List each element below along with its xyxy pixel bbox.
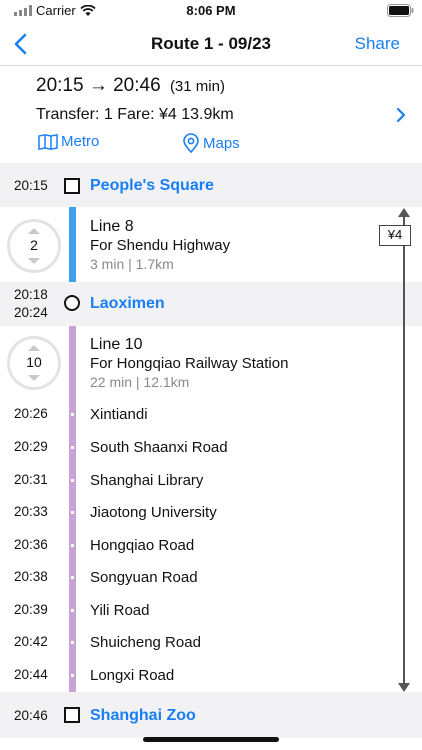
station-end-name: Shanghai Zoo	[90, 707, 196, 724]
leg-direction: For Hongqiao Railway Station	[90, 355, 289, 372]
transfer-station-name: Laoximen	[90, 295, 165, 312]
leg-meta: 22 min | 12.1km	[90, 374, 190, 390]
stop-dot	[71, 609, 74, 612]
stop-time: 20:42	[14, 634, 48, 649]
stop-dot	[71, 641, 74, 644]
transfer-arrive-time: 20:18	[14, 287, 48, 302]
stop-row[interactable]: 20:39 Yili Road	[0, 595, 422, 627]
stop-row[interactable]: 20:38 Songyuan Road	[0, 562, 422, 594]
stop-name: Songyuan Road	[90, 569, 198, 586]
maps-label: Maps	[203, 134, 240, 152]
station-start-time: 20:15	[14, 178, 48, 193]
route-times: 20:15 → 20:46 (31 min)	[36, 75, 225, 97]
stop-row[interactable]: 20:33 Jiaotong University	[0, 497, 422, 529]
stop-time: 20:31	[14, 472, 48, 487]
stop-dot	[71, 413, 74, 416]
stop-dot	[71, 511, 74, 514]
fare-range-line	[403, 214, 405, 686]
metro-label: Metro	[61, 133, 100, 150]
stop-row[interactable]: 20:29 South Shaanxi Road	[0, 432, 422, 464]
stop-name: Hongqiao Road	[90, 537, 195, 554]
station-start-marker	[64, 178, 80, 194]
stop-name: Xintiandi	[90, 406, 148, 423]
maps-link[interactable]: Maps	[182, 133, 240, 153]
line-10-badge: 10	[7, 336, 61, 390]
stop-count: 10	[26, 354, 42, 370]
home-indicator[interactable]	[143, 737, 279, 742]
stop-dot	[71, 544, 74, 547]
metro-map-link[interactable]: Metro	[38, 133, 99, 150]
stop-row[interactable]: 20:26 Xintiandi	[0, 399, 422, 431]
up-arrow-icon	[28, 228, 40, 234]
stop-time: 20:33	[14, 504, 48, 519]
transfer-marker	[64, 295, 80, 311]
arrow-icon: →	[88, 75, 108, 96]
leg-line-name: Line 10	[90, 336, 143, 353]
stop-row[interactable]: 20:42 Shuicheng Road	[0, 627, 422, 659]
stop-time: 20:38	[14, 569, 48, 584]
leg-line-name: Line 8	[90, 218, 134, 235]
station-end-marker	[64, 707, 80, 723]
status-bar: Carrier 8:06 PM	[0, 0, 422, 22]
stop-time: 20:26	[14, 406, 48, 421]
share-button[interactable]: Share	[355, 34, 400, 54]
down-arrow-icon	[28, 375, 40, 381]
route-summary[interactable]: 20:15 → 20:46 (31 min) Transfer: 1 Fare:…	[0, 66, 422, 163]
leg-line-8[interactable]: Line 8 For Shendu Highway 3 min | 1.7km	[90, 218, 230, 272]
fare-up-arrow-icon	[398, 208, 410, 217]
stop-dot	[71, 479, 74, 482]
stop-name: Jiaotong University	[90, 504, 217, 521]
battery-icon	[387, 4, 414, 17]
transfer-depart-time: 20:24	[14, 305, 48, 320]
stop-name: Yili Road	[90, 602, 150, 619]
stop-dot	[71, 446, 74, 449]
stop-time: 20:44	[14, 667, 48, 682]
stop-row[interactable]: 20:31 Shanghai Library	[0, 465, 422, 497]
arrive-time: 20:46	[113, 75, 161, 96]
stop-name: Shuicheng Road	[90, 634, 201, 651]
down-arrow-icon	[28, 258, 40, 264]
navigation-bar: Route 1 - 09/23 Share	[0, 22, 422, 66]
route-duration: (31 min)	[169, 78, 225, 95]
station-end-time: 20:46	[14, 708, 48, 723]
stop-dot	[71, 576, 74, 579]
leg-meta: 3 min | 1.7km	[90, 256, 174, 272]
stop-count: 2	[30, 237, 38, 253]
depart-time: 20:15	[36, 75, 84, 96]
fare-badge: ¥4	[379, 225, 411, 246]
stop-row[interactable]: 20:36 Hongqiao Road	[0, 530, 422, 562]
route-details: Transfer: 1 Fare: ¥4 13.9km	[36, 106, 234, 123]
line-8-badge: 2	[7, 219, 61, 273]
fare-down-arrow-icon	[398, 683, 410, 692]
location-pin-icon	[183, 133, 199, 153]
station-start-name: People's Square	[90, 177, 214, 194]
clock: 8:06 PM	[186, 3, 236, 18]
stop-time: 20:29	[14, 439, 48, 454]
up-arrow-icon	[28, 345, 40, 351]
chevron-right-icon[interactable]	[394, 106, 408, 124]
stop-time: 20:39	[14, 602, 48, 617]
leg-line-10[interactable]: Line 10 For Hongqiao Railway Station 22 …	[90, 336, 288, 390]
stop-dot	[71, 674, 74, 677]
stop-name: South Shaanxi Road	[90, 439, 228, 456]
stop-name: Longxi Road	[90, 667, 175, 684]
stop-row[interactable]: 20:44 Longxi Road	[0, 660, 422, 692]
leg-direction: For Shendu Highway	[90, 237, 231, 254]
map-icon	[38, 133, 58, 150]
stop-time: 20:36	[14, 537, 48, 552]
stop-name: Shanghai Library	[90, 472, 204, 489]
